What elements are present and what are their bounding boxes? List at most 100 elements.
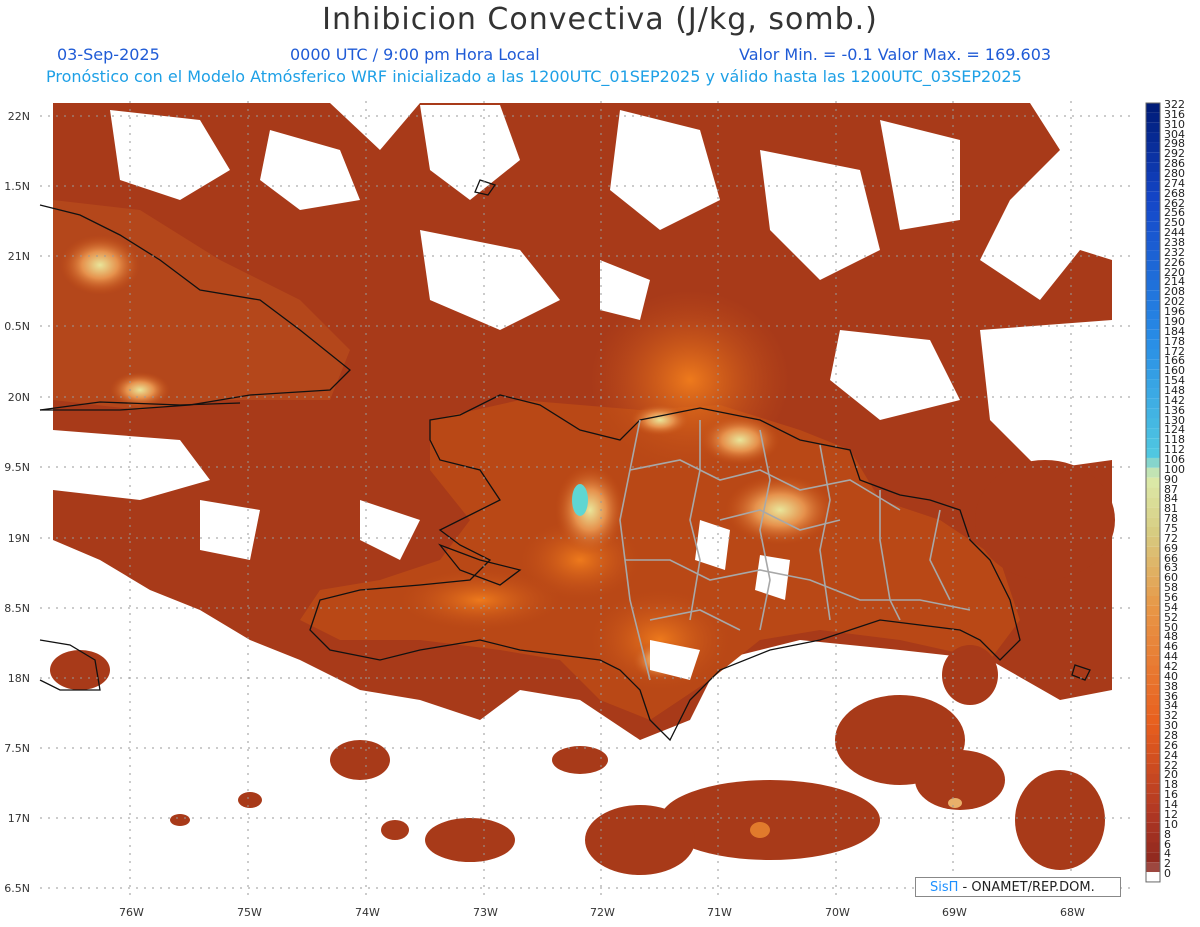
colorbar-swatch [1146, 241, 1160, 251]
colorbar-label: 0 [1164, 867, 1171, 881]
colorbar-swatch [1146, 398, 1160, 409]
lon-label: 68W [1060, 906, 1085, 919]
colorbar [1145, 102, 1161, 883]
colorbar-swatch [1146, 655, 1160, 666]
colorbar-swatch [1146, 576, 1160, 587]
lon-label: 74W [355, 906, 380, 919]
lat-label: 8.5N [4, 602, 30, 615]
colorbar-swatch [1146, 428, 1160, 439]
colorbar-swatch [1146, 359, 1160, 370]
lon-label: 73W [473, 906, 498, 919]
lat-label: 0.5N [4, 320, 30, 333]
lat-label: 22N [7, 110, 30, 123]
lat-label: 19N [7, 532, 30, 545]
colorbar-swatch [1146, 112, 1160, 123]
colorbar-swatch [1146, 862, 1160, 873]
colorbar-swatch [1146, 379, 1160, 389]
colorbar-swatch [1146, 388, 1160, 399]
colorbar-swatch [1146, 783, 1160, 794]
colorbar-swatch [1146, 665, 1160, 675]
colorbar-swatch [1146, 625, 1160, 636]
lat-label: 1.5N [4, 180, 30, 193]
colorbar-swatch [1146, 674, 1160, 685]
colorbar-swatch [1146, 477, 1160, 488]
colorbar-swatch [1146, 329, 1160, 340]
lat-label: 21N [7, 250, 30, 263]
colorbar-swatch [1146, 339, 1160, 350]
colorbar-swatch [1146, 231, 1160, 242]
colorbar-swatch [1146, 211, 1160, 222]
colorbar-swatch [1146, 467, 1160, 478]
colorbar-swatch [1146, 763, 1160, 774]
colorbar-swatch [1146, 181, 1160, 192]
colorbar-swatch [1146, 517, 1160, 527]
colorbar-swatch [1146, 556, 1160, 567]
colorbar-swatch [1146, 408, 1160, 419]
colorbar-swatch [1146, 645, 1160, 656]
colorbar-swatch [1146, 793, 1160, 804]
colorbar-swatch [1146, 300, 1160, 311]
colorbar-swatch [1146, 694, 1160, 705]
colorbar-swatch [1146, 438, 1160, 449]
colorbar-swatch [1146, 596, 1160, 606]
colorbar-swatch [1146, 132, 1160, 143]
credit-text: - ONAMET/REP.DOM. [958, 880, 1095, 895]
colorbar-swatch [1146, 704, 1160, 715]
credit-box: SisΠ - ONAMET/REP.DOM. [915, 877, 1121, 897]
colorbar-swatch [1146, 122, 1160, 133]
colorbar-swatch [1146, 832, 1160, 843]
colorbar-swatch [1146, 497, 1160, 508]
colorbar-swatch [1146, 457, 1160, 468]
colorbar-swatch [1146, 546, 1160, 557]
colorbar-swatch [1146, 319, 1160, 330]
colorbar-swatch [1146, 162, 1160, 173]
colorbar-swatch [1146, 221, 1160, 232]
colorbar-swatch [1146, 872, 1160, 882]
colorbar-swatch [1146, 526, 1160, 537]
colorbar-swatch [1146, 753, 1160, 764]
cin-map [39, 101, 1161, 896]
lon-label: 71W [707, 906, 732, 919]
sispi-logo: SisΠ [930, 880, 959, 895]
colorbar-swatch [1146, 290, 1160, 301]
lat-label: 9.5N [4, 461, 30, 474]
colorbar-swatch [1146, 536, 1160, 547]
colorbar-swatch [1146, 812, 1160, 823]
colorbar-swatch [1146, 566, 1160, 577]
lon-label: 70W [825, 906, 850, 919]
colorbar-swatch [1146, 605, 1160, 616]
colorbar-swatch [1146, 714, 1160, 725]
lat-label: 6.5N [4, 882, 30, 895]
colorbar-swatch [1146, 803, 1160, 813]
lon-label: 69W [942, 906, 967, 919]
colorbar-swatch [1146, 635, 1160, 646]
colorbar-swatch [1146, 852, 1160, 863]
colorbar-swatch [1146, 369, 1160, 380]
colorbar-swatch [1146, 586, 1160, 596]
lat-label: 7.5N [4, 742, 30, 755]
colorbar-swatch [1146, 773, 1160, 784]
lat-label: 20N [7, 391, 30, 404]
colorbar-swatch [1146, 201, 1160, 212]
colorbar-swatch [1146, 734, 1160, 744]
colorbar-swatch [1146, 250, 1160, 261]
colorbar-swatch [1146, 172, 1160, 182]
colorbar-swatch [1146, 191, 1160, 202]
colorbar-swatch [1146, 487, 1160, 498]
colorbar-swatch [1146, 152, 1160, 163]
colorbar-swatch [1146, 448, 1160, 458]
colorbar-swatch [1146, 507, 1160, 518]
colorbar-swatch [1146, 270, 1160, 281]
lon-label: 72W [590, 906, 615, 919]
colorbar-swatch [1146, 349, 1160, 360]
colorbar-swatch [1146, 310, 1160, 320]
lat-label: 17N [7, 812, 30, 825]
colorbar-swatch [1146, 724, 1160, 735]
colorbar-swatch [1146, 842, 1160, 853]
colorbar-swatch [1146, 103, 1160, 113]
colorbar-swatch [1146, 260, 1160, 271]
lon-label: 76W [119, 906, 144, 919]
lon-label: 75W [237, 906, 262, 919]
colorbar-swatch [1146, 418, 1160, 429]
colorbar-swatch [1146, 280, 1160, 291]
